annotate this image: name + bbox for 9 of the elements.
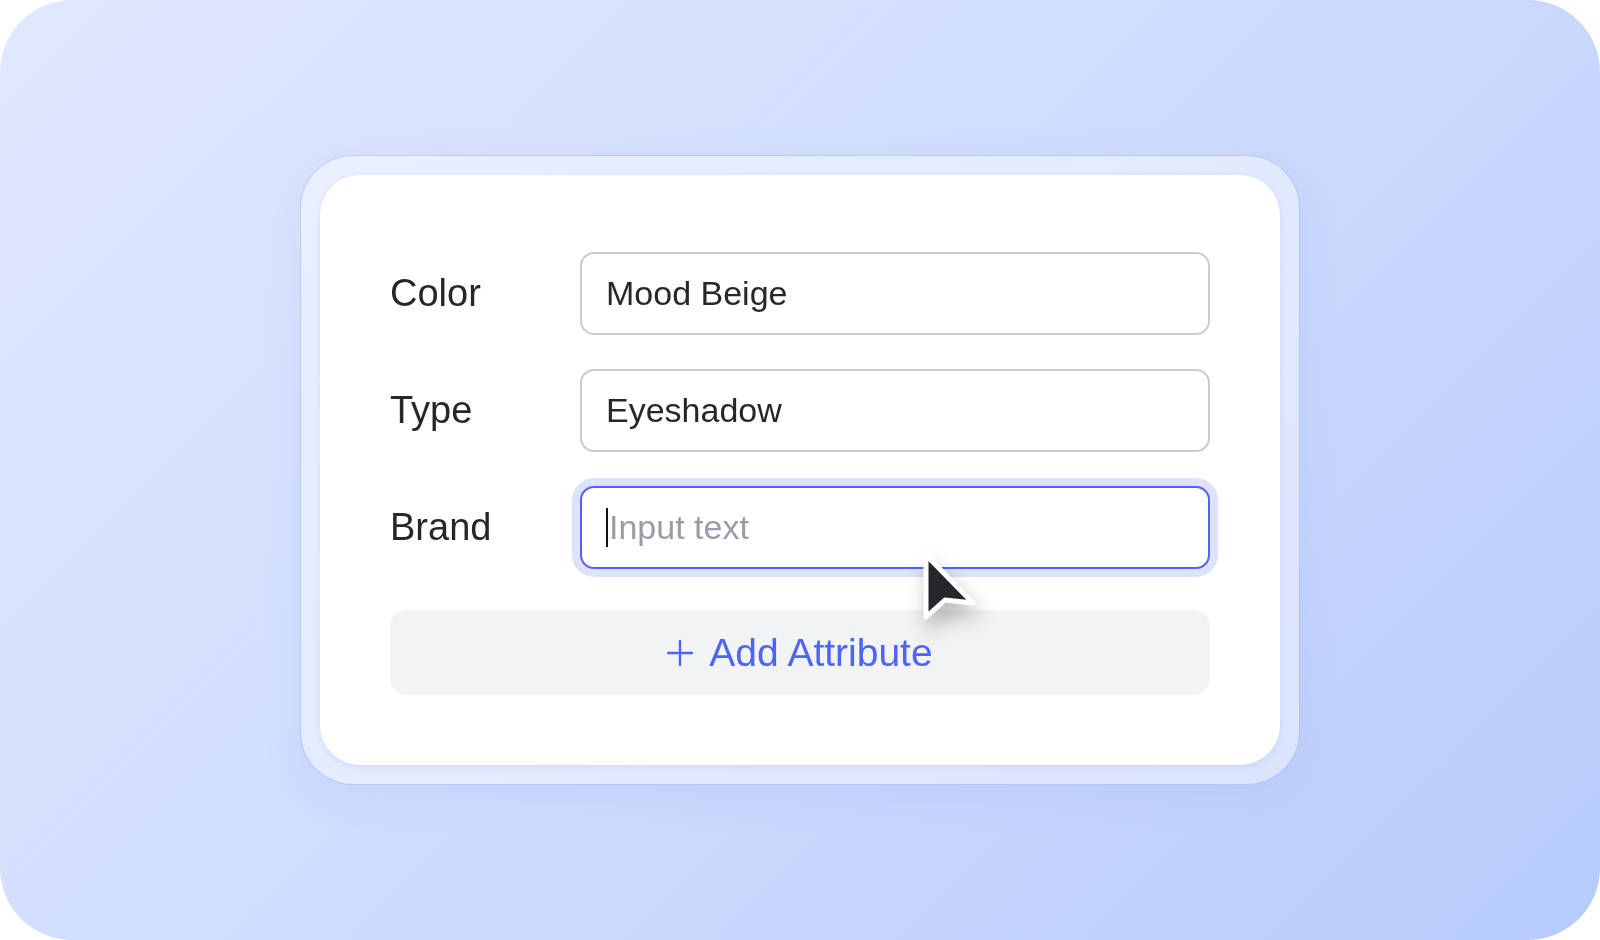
plus-icon — [667, 639, 694, 666]
field-label: Brand — [390, 504, 493, 550]
add-attribute-button[interactable]: Add Attribute — [390, 610, 1210, 695]
input-field[interactable]: Input text — [580, 486, 1210, 569]
input-field[interactable]: Mood Beige — [580, 252, 1210, 335]
input-field[interactable]: Eyeshadow — [580, 369, 1210, 452]
text-caret-icon — [606, 508, 608, 547]
field-label: Type — [390, 387, 474, 433]
field-label: Color — [390, 270, 482, 316]
